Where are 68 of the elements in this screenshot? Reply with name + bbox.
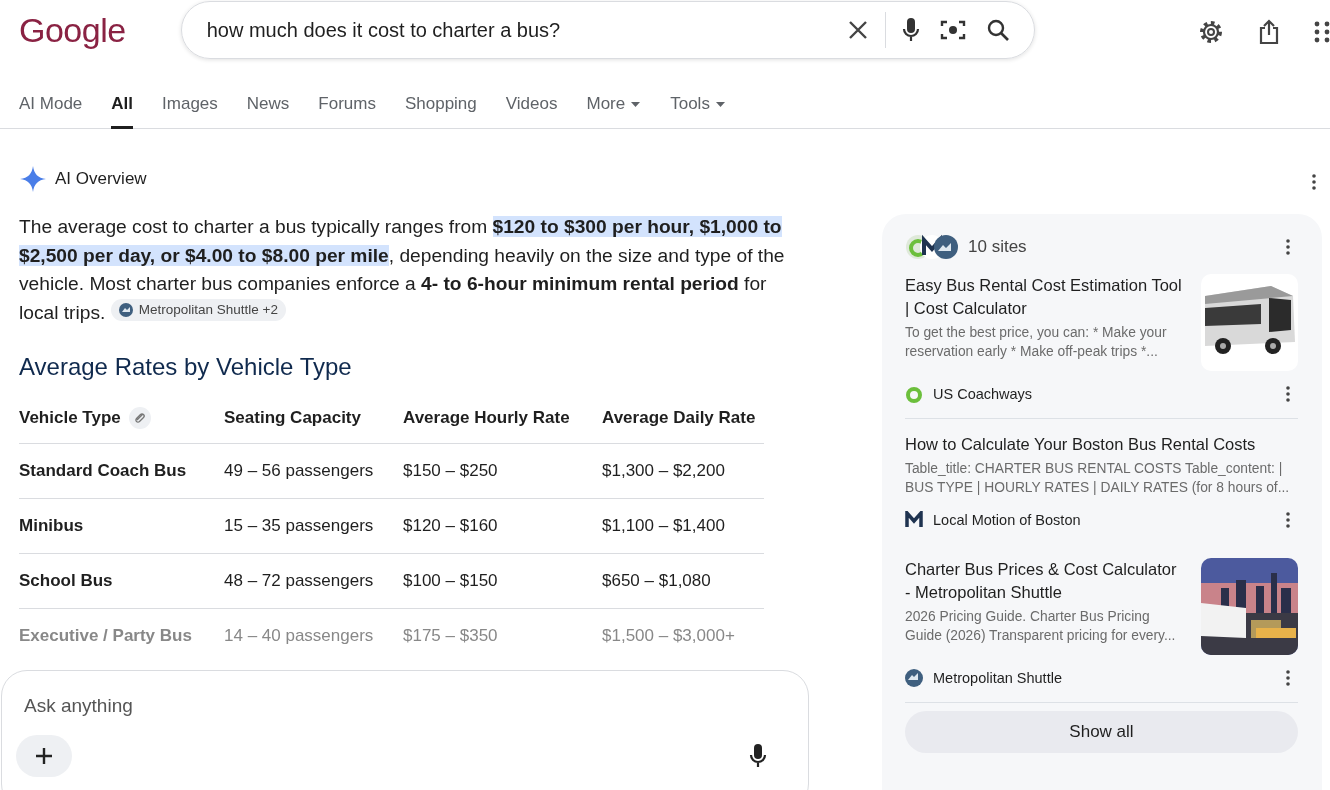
- close-icon[interactable]: [847, 19, 869, 41]
- result-title[interactable]: Easy Bus Rental Cost Estimation Tool | Cost Calculator: [905, 274, 1183, 320]
- table-cell: 49 – 56 passengers: [224, 443, 403, 499]
- result-title[interactable]: How to Calculate Your Boston Bus Rental Costs: [905, 433, 1298, 456]
- column-header: Average Daily Rate: [602, 408, 756, 428]
- table-cell: 14 – 40 passengers: [224, 608, 403, 663]
- more-options-icon[interactable]: [1286, 670, 1290, 686]
- microphone-icon[interactable]: [902, 17, 920, 43]
- table-cell: 48 – 72 passengers: [224, 553, 403, 609]
- table-cell: $150 – $250: [403, 443, 602, 499]
- tab[interactable]: Images: [162, 64, 218, 129]
- table-cell: $120 – $160: [403, 498, 602, 554]
- apps-icon[interactable]: [1314, 21, 1330, 43]
- tab[interactable]: Shopping: [404, 64, 477, 129]
- add-button[interactable]: [16, 735, 72, 777]
- more-options-icon[interactable]: [1286, 239, 1290, 255]
- camera-icon[interactable]: [940, 18, 966, 42]
- site-name[interactable]: US Coachways: [933, 386, 1276, 402]
- link-icon[interactable]: [128, 407, 151, 429]
- site-icon: [118, 302, 133, 317]
- table-cell: Minibus: [19, 498, 224, 554]
- more-options-icon[interactable]: [1286, 386, 1290, 402]
- overview-title: AI Overview: [55, 169, 147, 189]
- sites-count: 10 sites: [968, 237, 1028, 257]
- table-cell: 15 – 35 passengers: [224, 498, 403, 554]
- search-input[interactable]: how much does it cost to charter a bus?: [204, 17, 827, 43]
- more-options-icon[interactable]: [1286, 512, 1290, 528]
- table-cell: $1,500 – $3,000+: [602, 608, 764, 663]
- column-header: Vehicle Type: [19, 408, 121, 428]
- result-snippet: 2026 Pricing Guide. Charter Bus Pricing Guide (2026) Transparent pricing for every...: [905, 608, 1177, 645]
- overview-text: The average cost to charter a bus typically ranges from $120 to $300 per hour, $1,000 to $2,500 per day, or $4.00 to $8.00 per mile, depending heavily on the size and type of the vehicle. Most charter bus companies enforce a 4- to 6-hour minimum rental period for local trips. Metropolitan Shuttle +2: [19, 215, 786, 325]
- show-all-button[interactable]: Show all: [905, 711, 1298, 753]
- column-header: Average Hourly Rate: [403, 408, 570, 428]
- table-cell: $650 – $1,080: [602, 553, 764, 609]
- table-cell: Standard Coach Bus: [19, 443, 224, 499]
- tab[interactable]: All: [111, 64, 134, 129]
- site-name[interactable]: Metropolitan Shuttle: [933, 670, 1276, 686]
- section-heading: Average Rates by Vehicle Type: [19, 353, 353, 381]
- search-icon[interactable]: [986, 18, 1010, 42]
- site-icon: [905, 385, 923, 403]
- citation-chip[interactable]: Metropolitan Shuttle +2: [110, 298, 286, 321]
- table-cell: $1,100 – $1,400: [602, 498, 764, 554]
- tab[interactable]: AI Mode: [19, 64, 83, 129]
- site-icon: [905, 511, 923, 529]
- share-icon[interactable]: [1258, 19, 1280, 45]
- tab[interactable]: More: [586, 64, 641, 129]
- logo[interactable]: Google: [19, 10, 159, 50]
- table-cell: Executive / Party Bus: [19, 608, 224, 663]
- tab[interactable]: Videos: [505, 64, 558, 129]
- sparkle-icon: [19, 165, 47, 193]
- tab[interactable]: Forums: [318, 64, 376, 129]
- result-snippet: To get the best price, you can: * Make your reservation early * Make off-peak trips *...: [905, 324, 1168, 361]
- table-cell: $100 – $150: [403, 553, 602, 609]
- table-cell: School Bus: [19, 553, 224, 609]
- site-logos-icon: [905, 234, 959, 260]
- tab[interactable]: Tools: [670, 64, 725, 129]
- table-cell: $1,300 – $2,200: [602, 443, 764, 499]
- microphone-icon[interactable]: [749, 743, 767, 769]
- tab[interactable]: News: [246, 64, 290, 129]
- site-name[interactable]: Local Motion of Boston: [933, 512, 1276, 528]
- column-header: Seating Capacity: [224, 408, 361, 428]
- settings-icon[interactable]: [1198, 19, 1224, 45]
- table-cell: $175 – $350: [403, 608, 602, 663]
- result-snippet: Table_title: CHARTER BUS RENTAL COSTS Table_content: | BUS TYPE | HOURLY RATES | DAILY RATES (for 8 hours of...: [905, 460, 1291, 497]
- site-icon: [905, 669, 923, 687]
- plus-icon: [34, 746, 54, 766]
- result-title[interactable]: Charter Bus Prices & Cost Calculator - Metropolitan Shuttle: [905, 558, 1183, 604]
- more-options-icon[interactable]: [1312, 174, 1316, 190]
